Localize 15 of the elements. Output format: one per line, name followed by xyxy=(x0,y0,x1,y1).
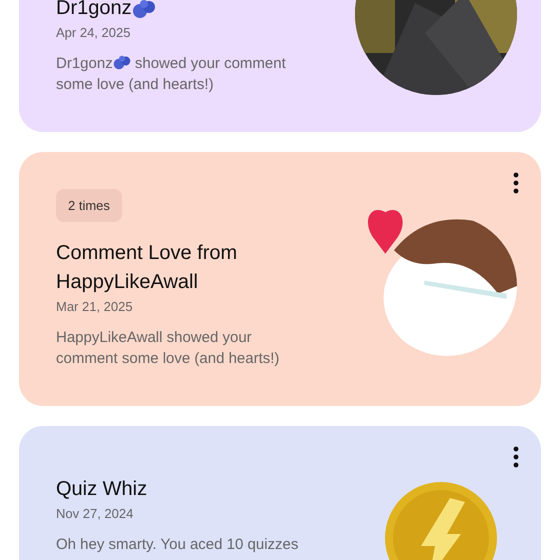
notification-date: Nov 27, 2024 xyxy=(56,506,134,521)
count-badge: 2 times xyxy=(56,189,122,222)
message-text: Dr1gonz showed your comment some love (and hearts!) xyxy=(56,54,287,95)
more-icon xyxy=(513,446,519,468)
notification-title: Comment Love from HappyLikeAwall xyxy=(56,241,238,295)
notification-date: Mar 21, 2025 xyxy=(56,299,133,314)
message-text: Oh hey smarty. You aced 10 quizzes xyxy=(56,535,298,555)
notification-card[interactable]: 2 times Comment Love from HappyLikeAwall Mar 21, 2025 HappyLikeAwall showed your comment some love (and hearts!) xyxy=(19,152,541,406)
message-text: HappyLikeAwall showed your comment some love (and hearts!) xyxy=(56,328,280,369)
notification-card[interactable]: Quiz Whiz Nov 27, 2024 Oh hey smarty. You aced 10 quizzes xyxy=(19,426,541,560)
notification-title: Quiz Whiz xyxy=(56,477,148,502)
notification-date: Apr 24, 2025 xyxy=(56,25,130,40)
notification-title: Dr1gonz xyxy=(56,0,132,21)
notification-card[interactable]: Dr1gonz Apr 24, 2025 Dr1gonz showed your comment some love (and hearts!) xyxy=(19,0,541,132)
more-icon xyxy=(513,172,519,194)
